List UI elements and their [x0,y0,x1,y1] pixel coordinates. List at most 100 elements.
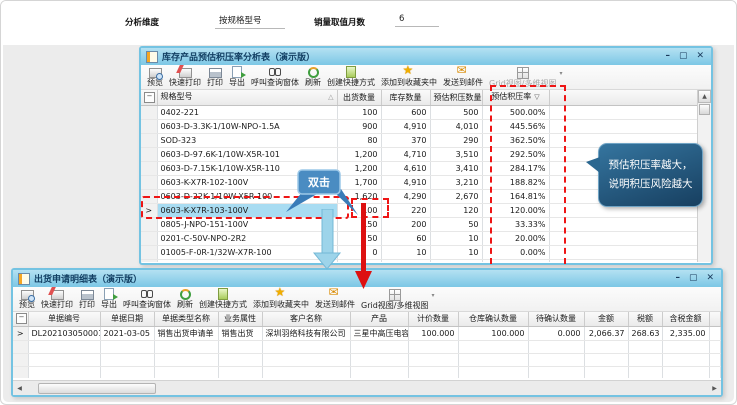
cell[interactable]: 三星中高压电容 [350,326,408,340]
cell[interactable]: 1,200 [337,148,381,162]
cell[interactable]: 3,210 [430,176,482,190]
column-header[interactable]: 单据编号 [28,312,100,326]
cell[interactable]: 284.17% [482,162,549,176]
export-button[interactable]: 导出 [98,288,120,310]
scroll-right-icon[interactable]: ▶ [708,382,721,395]
create-shortcut-button[interactable]: 创建快捷方式 [196,288,250,310]
row-indicator[interactable] [141,148,157,162]
cell[interactable]: 100.000 [458,326,528,340]
cell[interactable]: 150 [337,218,381,232]
cell[interactable]: 4,010 [430,120,482,134]
cell[interactable]: 50 [430,218,482,232]
top-window-titlebar[interactable]: 库存产品预估积压率分析表（演示版） – ▢ ✕ [141,48,711,65]
cell[interactable]: 2021-03-05 [100,326,154,340]
cell[interactable]: 4,290 [381,190,430,204]
cell[interactable]: 01005-F-0R-1/32W-X7R-100 [157,246,337,260]
cell[interactable]: 33.33% [482,218,549,232]
cell[interactable]: 80 [337,134,381,148]
cell[interactable]: 600 [381,106,430,120]
column-header[interactable]: 规格型号△ [157,90,337,106]
horizontal-scrollbar[interactable]: ◀ ▶ [13,380,721,395]
cell[interactable]: 20 [381,260,430,263]
cell[interactable]: 445.56% [482,120,549,134]
close-button[interactable]: ✕ [696,52,704,61]
cell[interactable]: 268.63 [628,326,662,340]
scroll-up-icon[interactable]: ▲ [698,90,711,103]
add-favorites-button[interactable]: 添加到收藏夹中 [378,66,440,88]
cell[interactable]: 2,066.37 [584,326,628,340]
cell[interactable]: 120 [430,204,482,218]
collapse-all-icon[interactable]: − [141,90,157,106]
cell[interactable]: 3,510 [430,148,482,162]
column-header[interactable]: 预估积压数量 [430,90,482,106]
cell[interactable]: 500.00% [482,106,549,120]
column-header[interactable]: 客户名称 [262,312,350,326]
query-form-button[interactable]: 呼叫查询窗体 [248,66,302,88]
cell[interactable]: 100.000 [408,326,458,340]
cell[interactable]: 100 [337,204,381,218]
cell[interactable]: 0 [337,246,381,260]
print-button[interactable]: 打印 [76,288,98,310]
row-indicator[interactable] [141,120,157,134]
maximize-button[interactable]: ▢ [689,274,698,283]
cell[interactable]: DL202103050001 [28,326,100,340]
collapse-all-icon[interactable]: − [13,312,28,326]
cell[interactable]: 0.00% [482,260,549,263]
cell[interactable]: 4,910 [381,176,430,190]
cell[interactable]: 0.00% [482,246,549,260]
cell[interactable]: 0402-221 [157,106,337,120]
column-header[interactable]: 单据日期 [100,312,154,326]
toolbar-overflow-icon[interactable]: ▾ [431,292,434,299]
cell[interactable]: 370 [381,134,430,148]
cell[interactable]: 4,910 [381,120,430,134]
row-indicator[interactable] [141,246,157,260]
row-indicator[interactable] [141,134,157,148]
row-indicator[interactable] [141,106,157,120]
bottom-window-titlebar[interactable]: 出货申请明细表（演示版） – ▢ ✕ [13,270,721,287]
cell[interactable]: 188.82% [482,176,549,190]
column-header[interactable]: 待确认数量 [528,312,584,326]
row-indicator[interactable]: > [13,326,28,340]
cell[interactable]: 0.000 [528,326,584,340]
column-header[interactable]: 业务属性 [218,312,262,326]
cell[interactable]: 0603-K-X7R-102-100V [157,176,337,190]
preview-button[interactable]: 预览 [144,66,166,88]
cell[interactable]: 0603-D-7.15K-1/10W-X5R-110 [157,162,337,176]
row-indicator[interactable] [141,162,157,176]
cell[interactable]: 10 [381,246,430,260]
column-header[interactable]: 含税金额 [662,312,709,326]
query-form-button[interactable]: 呼叫查询窗体 [120,288,174,310]
cell[interactable]: 1,620 [337,190,381,204]
row-indicator[interactable] [141,218,157,232]
cell[interactable]: 0603-D-22K-1/10W-X5R-100 [157,190,337,204]
print-button[interactable]: 打印 [204,66,226,88]
months-value-field[interactable]: 6 [395,14,439,27]
row-indicator[interactable] [141,176,157,190]
cell[interactable]: 2,335.00 [662,326,709,340]
cell[interactable]: 销售出货 [218,326,262,340]
create-shortcut-button[interactable]: 创建快捷方式 [324,66,378,88]
column-header[interactable]: 税额 [628,312,662,326]
row-indicator[interactable] [141,190,157,204]
toolbar-overflow-icon[interactable]: ▾ [559,70,562,77]
cell[interactable]: 0603-K-X7R-103-100V [157,204,337,218]
cell[interactable]: 0603-D-97.6K-1/10W-X5R-101 [157,148,337,162]
cell[interactable]: 1,200 [337,162,381,176]
cell[interactable]: 900 [337,120,381,134]
cell[interactable]: 20 [430,260,482,263]
cell[interactable]: 4,710 [381,148,430,162]
column-header[interactable]: 库存数量 [381,90,430,106]
row-indicator[interactable] [141,260,157,263]
column-header[interactable]: 出货数量 [337,90,381,106]
cell[interactable]: 220 [381,204,430,218]
cell[interactable]: 2,670 [430,190,482,204]
cell[interactable]: 120.00% [482,204,549,218]
cell[interactable]: 164.81% [482,190,549,204]
preview-button[interactable]: 预览 [16,288,38,310]
cell[interactable]: 销售出货申请单 [154,326,218,340]
cell[interactable]: 290 [430,134,482,148]
cell[interactable]: 200 [381,218,430,232]
close-button[interactable]: ✕ [706,274,714,283]
cell[interactable]: 20.00% [482,232,549,246]
scroll-left-icon[interactable]: ◀ [13,382,26,395]
